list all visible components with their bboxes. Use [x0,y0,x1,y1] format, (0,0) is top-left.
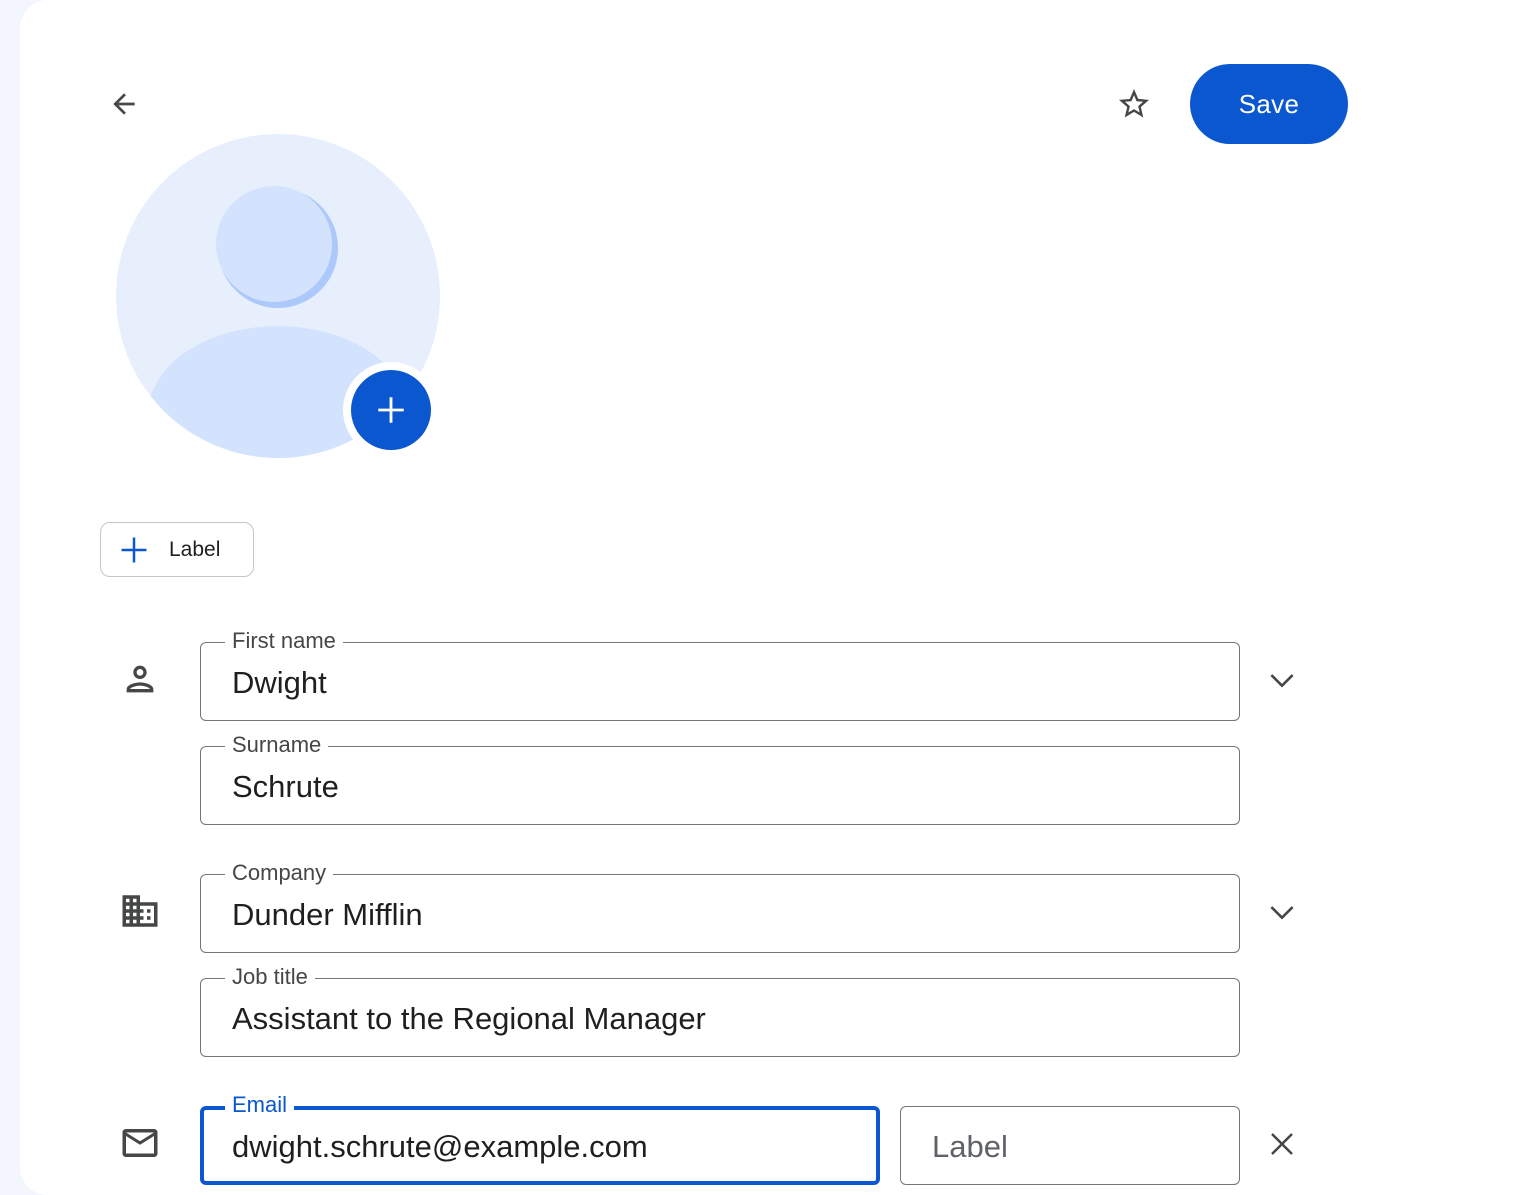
save-button[interactable]: Save [1190,64,1348,144]
chevron-down-icon [1270,906,1294,920]
job-title-field[interactable]: Job title Assistant to the Regional Mana… [200,965,1240,1057]
surname-field[interactable]: Surname Schrute [200,733,1240,825]
email-field[interactable]: Email dwight.schrute@example.com [200,1093,880,1185]
plus-icon [121,537,147,562]
company-value: Dunder Mifflin [232,897,423,932]
surname-value: Schrute [232,769,339,804]
first-name-value: Dwight [232,665,327,700]
add-label-button[interactable]: Label [100,522,254,577]
plus-icon [378,397,404,423]
chevron-down-icon [1270,674,1294,688]
company-label: Company [225,861,334,885]
job-title-label: Job title [225,965,315,989]
email-label-field[interactable]: Label [900,1106,1240,1185]
back-button[interactable] [100,80,148,128]
mail-icon [118,1121,162,1165]
email-value: dwight.schrute@example.com [232,1129,648,1164]
expand-company-button[interactable] [1258,888,1306,936]
add-photo-circle [351,370,431,450]
person-icon [118,657,162,701]
star-button[interactable] [1110,80,1158,128]
first-name-label: First name [225,629,343,653]
add-label-text: Label [169,537,221,561]
arrow-back-icon [113,93,135,115]
expand-name-button[interactable] [1258,656,1306,704]
email-label: Email [225,1093,295,1117]
company-field[interactable]: Company Dunder Mifflin [200,861,1240,953]
star-outline-icon [1119,89,1149,118]
building-icon [118,889,162,933]
remove-email-button[interactable] [1258,1120,1306,1168]
close-icon [1271,1133,1293,1155]
surname-label: Surname [225,733,329,757]
add-photo-button[interactable] [343,362,439,458]
job-title-value: Assistant to the Regional Manager [232,1001,706,1036]
first-name-field[interactable]: First name Dwight [200,629,1240,721]
email-label-placeholder: Label [932,1129,1008,1164]
